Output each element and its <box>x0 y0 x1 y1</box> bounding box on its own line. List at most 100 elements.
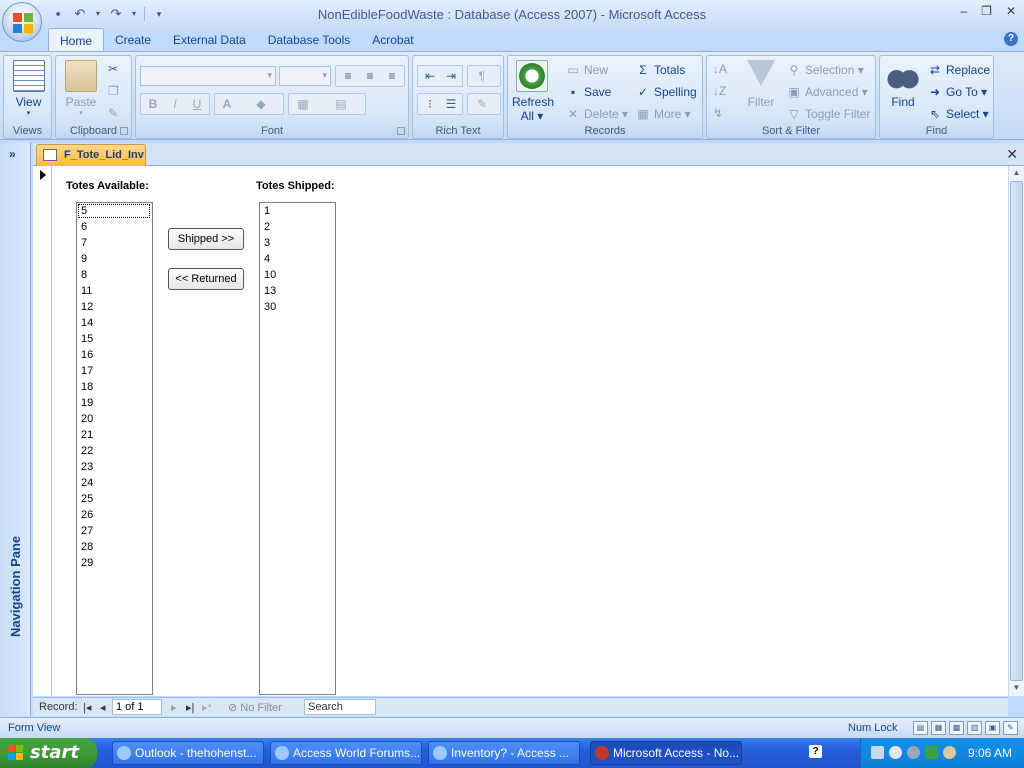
italic-button[interactable]: I <box>165 95 185 114</box>
scroll-thumb[interactable] <box>1010 181 1023 681</box>
layout-view-icon[interactable]: ▣ <box>985 721 1000 735</box>
datasheet-view-icon[interactable]: ▦ <box>931 721 946 735</box>
tab-database-tools[interactable]: Database Tools <box>257 28 362 52</box>
font-name-combo[interactable] <box>140 66 276 86</box>
record-selector[interactable] <box>33 166 52 696</box>
list-item[interactable]: 4 <box>260 251 335 267</box>
list-item[interactable]: 14 <box>77 315 152 331</box>
cut-icon[interactable]: ✂ <box>108 62 118 76</box>
list-item[interactable]: 6 <box>77 219 152 235</box>
underline-button[interactable]: U <box>187 95 207 114</box>
increase-indent-icon[interactable]: ⇥ <box>441 67 461 86</box>
clipboard-launcher-icon[interactable] <box>120 127 128 135</box>
list-item[interactable]: 12 <box>77 299 152 315</box>
list-item[interactable]: 19 <box>77 395 152 411</box>
pivottable-view-icon[interactable]: ▩ <box>949 721 964 735</box>
list-item[interactable]: 23 <box>77 459 152 475</box>
totes-shipped-list[interactable]: 1 2 3 4 10 13 30 <box>259 202 336 695</box>
refresh-all-button[interactable]: Refresh All ▾ <box>512 60 554 123</box>
list-item[interactable]: 8 <box>77 267 152 283</box>
list-item[interactable]: 26 <box>77 507 152 523</box>
font-color-button[interactable]: A <box>217 95 237 114</box>
no-filter-indicator[interactable]: ⊘ No Filter <box>228 701 282 714</box>
list-item[interactable]: 22 <box>77 443 152 459</box>
totes-available-list[interactable]: 5 6 7 9 8 11 12 14 15 16 17 18 19 20 21 22 23 24 25 26 27 28 2… <box>76 202 153 695</box>
search-box[interactable]: Search <box>304 699 376 715</box>
list-item[interactable]: 15 <box>77 331 152 347</box>
gridlines-icon[interactable]: ▦ <box>293 95 313 114</box>
save-record-button[interactable]: ▪ Save <box>566 85 612 99</box>
form-vertical-scrollbar[interactable]: ▲ ▼ <box>1008 166 1024 696</box>
list-item[interactable]: 30 <box>260 299 335 315</box>
scroll-up-icon[interactable]: ▲ <box>1009 166 1024 180</box>
align-center-icon[interactable]: ≡ <box>360 67 380 86</box>
new-record-nav-button[interactable]: ▸* <box>202 701 212 714</box>
tray-icon-1[interactable] <box>871 746 884 759</box>
design-view-icon[interactable]: ✎ <box>1003 721 1018 735</box>
list-item[interactable]: 29 <box>77 555 152 571</box>
tab-acrobat[interactable]: Acrobat <box>361 28 424 52</box>
numbering-icon[interactable]: ⁝ <box>420 95 440 114</box>
pivotchart-view-icon[interactable]: ▥ <box>967 721 982 735</box>
bold-button[interactable]: B <box>143 95 163 114</box>
first-record-button[interactable]: |◂ <box>83 701 91 714</box>
minimize-button[interactable]: – <box>960 4 967 18</box>
goto-button[interactable]: ➜ Go To ▾ <box>928 85 987 99</box>
task-outlook[interactable]: Outlook - thehohenst... <box>112 741 264 765</box>
alternate-fill-icon[interactable]: ▤ <box>331 95 351 114</box>
task-microsoft-access[interactable]: Microsoft Access - No... <box>590 741 742 765</box>
copy-icon[interactable]: ❐ <box>108 84 119 98</box>
close-window-button[interactable]: ✕ <box>1006 4 1016 18</box>
list-item[interactable]: 13 <box>260 283 335 299</box>
list-item[interactable]: 24 <box>77 475 152 491</box>
scroll-down-icon[interactable]: ▼ <box>1009 681 1024 695</box>
list-item[interactable]: 16 <box>77 347 152 363</box>
help-tray-icon[interactable]: ? <box>809 745 822 758</box>
tray-icon-5[interactable] <box>943 746 956 759</box>
align-left-icon[interactable]: ≡ <box>338 67 358 86</box>
list-item[interactable]: 2 <box>260 219 335 235</box>
fill-color-icon[interactable]: ◆ <box>251 95 271 114</box>
select-button[interactable]: ⇖ Select ▾ <box>928 107 989 121</box>
list-item[interactable]: 7 <box>77 235 152 251</box>
new-record-button[interactable]: ▭ New <box>566 63 608 77</box>
font-size-combo[interactable] <box>279 66 331 86</box>
start-button[interactable]: start <box>0 738 97 768</box>
advanced-button[interactable]: ▣ Advanced ▾ <box>787 85 867 99</box>
spelling-button[interactable]: ✓ Spelling <box>636 85 697 99</box>
clear-sort-icon[interactable]: ↯ <box>713 106 723 120</box>
shipped-button[interactable]: Shipped >> <box>168 228 244 250</box>
totals-button[interactable]: Σ Totals <box>636 63 685 77</box>
list-item[interactable]: 1 <box>260 203 335 219</box>
list-item[interactable]: 20 <box>77 411 152 427</box>
tab-f-tote-lid-inv[interactable]: F_Tote_Lid_Inv <box>36 144 146 166</box>
paste-button[interactable]: Paste ▾ <box>64 60 98 117</box>
help-icon[interactable]: ? <box>1004 32 1018 46</box>
office-button[interactable] <box>2 2 42 42</box>
task-access-world-forums[interactable]: Access World Forums... <box>270 741 422 765</box>
selection-button[interactable]: ⚲ Selection ▾ <box>787 63 864 77</box>
filter-button[interactable]: Filter <box>743 60 779 109</box>
previous-record-button[interactable]: ◂ <box>100 701 106 714</box>
format-painter-icon[interactable]: ✎ <box>108 106 118 120</box>
list-item[interactable]: 11 <box>77 283 152 299</box>
tab-create[interactable]: Create <box>104 28 162 52</box>
sort-ascending-icon[interactable]: ↓A <box>713 62 727 76</box>
find-button[interactable]: Find <box>886 60 920 109</box>
bullets-icon[interactable]: ☰ <box>441 95 461 114</box>
list-item[interactable]: 27 <box>77 523 152 539</box>
list-item[interactable]: 9 <box>77 251 152 267</box>
list-item[interactable]: 5 <box>77 203 151 219</box>
form-view-icon[interactable]: ▤ <box>913 721 928 735</box>
sort-descending-icon[interactable]: ↓Z <box>713 84 726 98</box>
tray-icon-4[interactable] <box>925 746 938 759</box>
last-record-button[interactable]: ▸| <box>186 701 194 714</box>
highlight-icon[interactable]: ✎ <box>472 95 492 114</box>
maximize-button[interactable]: ❐ <box>981 4 992 18</box>
delete-record-button[interactable]: ✕ Delete ▾ <box>566 107 628 121</box>
replace-button[interactable]: ⇄ Replace <box>928 63 990 77</box>
list-item[interactable]: 25 <box>77 491 152 507</box>
list-item[interactable]: 28 <box>77 539 152 555</box>
returned-button[interactable]: << Returned <box>168 268 244 290</box>
navigation-pane[interactable]: » Navigation Pane <box>0 142 31 716</box>
